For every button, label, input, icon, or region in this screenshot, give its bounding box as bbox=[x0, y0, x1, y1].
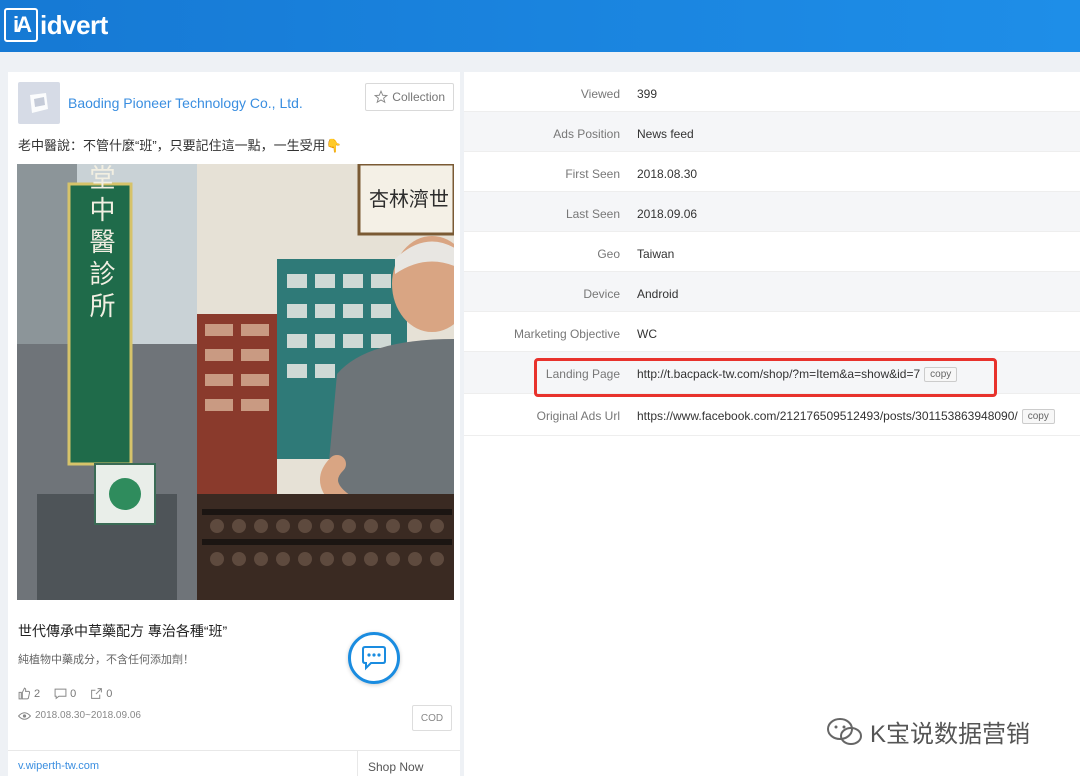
top-sign-text: 杏林濟世 bbox=[369, 187, 449, 211]
detail-label: First Seen bbox=[565, 167, 620, 181]
comments-stat: 0 bbox=[54, 687, 76, 700]
vertical-sign-text: 仁德堂中醫診所 bbox=[85, 164, 115, 324]
advertiser-name[interactable]: Baoding Pioneer Technology Co., Ltd. bbox=[68, 95, 303, 111]
shares-count: 0 bbox=[106, 687, 113, 700]
landing-page-highlight bbox=[534, 358, 997, 397]
comment-icon bbox=[54, 688, 67, 700]
detail-value: Taiwan bbox=[637, 247, 675, 261]
detail-row-ads-position: Ads Position News feed bbox=[464, 112, 1080, 152]
likes-count: 2 bbox=[34, 687, 41, 700]
chat-icon[interactable] bbox=[348, 632, 400, 684]
collection-button[interactable]: Collection bbox=[365, 83, 454, 111]
detail-value: WC bbox=[637, 327, 657, 341]
detail-label: Last Seen bbox=[565, 207, 620, 221]
logo-mark: iA bbox=[4, 8, 38, 42]
detail-value: 399 bbox=[637, 87, 658, 101]
detail-row-device: Device Android bbox=[464, 272, 1080, 312]
ad-card: Baoding Pioneer Technology Co., Ltd. Col… bbox=[8, 72, 460, 776]
copy-original-url-button[interactable]: copy bbox=[1021, 409, 1055, 425]
flag-icon bbox=[30, 93, 48, 113]
seen-date-range: 2018.08.30~2018.09.06 bbox=[18, 710, 141, 721]
shares-stat: 0 bbox=[90, 687, 112, 700]
app-logo[interactable]: iA idvert bbox=[4, 8, 108, 42]
ad-headline: 世代傳承中草藥配方 專治各種“班” bbox=[18, 623, 228, 639]
original-ads-url-text: https://www.facebook.com/212176509512493… bbox=[637, 409, 1018, 423]
shop-now-button[interactable]: Shop Now bbox=[357, 751, 460, 776]
share-icon bbox=[91, 688, 103, 699]
collection-label: Collection bbox=[392, 90, 445, 104]
advertiser-avatar[interactable] bbox=[18, 82, 60, 124]
detail-label: Device bbox=[583, 287, 620, 301]
star-outline-icon bbox=[374, 90, 389, 104]
speech-bubble-icon bbox=[362, 646, 386, 671]
cod-tag[interactable]: COD bbox=[412, 705, 452, 731]
comments-count: 0 bbox=[70, 687, 77, 700]
ad-description: 純植物中藥成分，不含任何添加劑！ bbox=[18, 654, 194, 666]
detail-value: News feed bbox=[637, 127, 694, 141]
original-ads-url[interactable]: https://www.facebook.com/212176509512493… bbox=[637, 409, 1055, 425]
detail-label: Geo bbox=[597, 247, 620, 261]
logo-text: idvert bbox=[40, 9, 108, 40]
advertiser-header: Baoding Pioneer Technology Co., Ltd. bbox=[18, 82, 303, 124]
detail-value: Android bbox=[637, 287, 679, 301]
date-range-text: 2018.08.30~2018.09.06 bbox=[35, 710, 141, 721]
ad-creative-image[interactable]: 仁德堂中醫診所 杏林濟世 bbox=[17, 164, 454, 600]
watermark-text: K宝说数据营销 bbox=[870, 721, 1031, 748]
detail-label: Marketing Objective bbox=[513, 327, 620, 341]
detail-label: Ads Position bbox=[553, 127, 620, 141]
detail-row-last-seen: Last Seen 2018.09.06 bbox=[464, 192, 1080, 232]
ad-details-table: Viewed 399 Ads Position News feed First … bbox=[464, 72, 1080, 776]
detail-label: Original Ads Url bbox=[536, 409, 620, 423]
detail-value: 2018.08.30 bbox=[637, 167, 698, 181]
detail-row-original-ads-url: Original Ads Url https://www.facebook.co… bbox=[464, 394, 1080, 436]
detail-row-viewed: Viewed 399 bbox=[464, 72, 1080, 112]
ad-card-footer: v.wiperth-tw.com Shop Now bbox=[8, 750, 460, 776]
eye-icon bbox=[18, 711, 31, 720]
detail-row-first-seen: First Seen 2018.08.30 bbox=[464, 152, 1080, 192]
top-navbar: iA idvert bbox=[0, 0, 1080, 52]
ad-image-illustration: 仁德堂中醫診所 杏林濟世 bbox=[17, 164, 454, 600]
watermark: K宝说数据营销 bbox=[826, 714, 1030, 749]
detail-value: 2018.09.06 bbox=[637, 207, 698, 221]
ad-body-text: 老中醫說：不管什麼“班”，只要記住這一點，一生受用👇 bbox=[18, 138, 342, 153]
detail-row-geo: Geo Taiwan bbox=[464, 232, 1080, 272]
detail-row-marketing-objective: Marketing Objective WC bbox=[464, 312, 1080, 352]
wechat-icon bbox=[827, 717, 862, 745]
likes-stat: 2 bbox=[18, 687, 40, 700]
thumbs-up-icon bbox=[18, 687, 31, 700]
detail-label: Viewed bbox=[580, 87, 620, 101]
engagement-stats: 2 0 0 bbox=[18, 687, 112, 700]
display-link[interactable]: v.wiperth-tw.com bbox=[18, 760, 99, 772]
